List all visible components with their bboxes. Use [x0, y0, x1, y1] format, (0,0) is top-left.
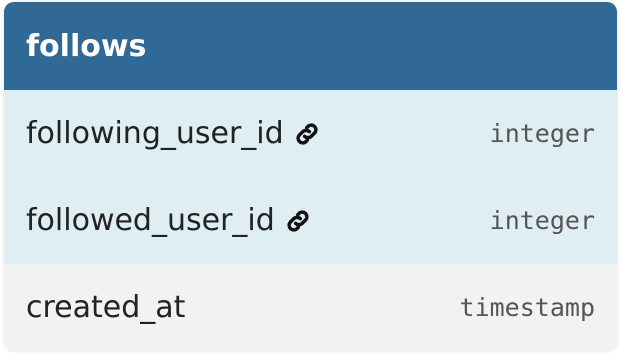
link-icon	[293, 120, 321, 148]
field-type: integer	[489, 119, 595, 148]
link-icon	[284, 207, 312, 235]
field-row-created-at[interactable]: created_at timestamp	[4, 264, 617, 351]
field-row-following-user-id[interactable]: following_user_id integer	[4, 90, 617, 177]
field-name: followed_user_id	[26, 203, 275, 238]
field-row-followed-user-id[interactable]: followed_user_id integer	[4, 177, 617, 264]
table-follows[interactable]: follows following_user_id integer follow…	[4, 2, 617, 351]
table-header[interactable]: follows	[4, 2, 617, 90]
field-name: following_user_id	[26, 116, 284, 151]
table-title: follows	[26, 28, 147, 64]
field-type: timestamp	[459, 293, 595, 322]
field-type: integer	[489, 206, 595, 235]
field-name: created_at	[26, 290, 186, 325]
